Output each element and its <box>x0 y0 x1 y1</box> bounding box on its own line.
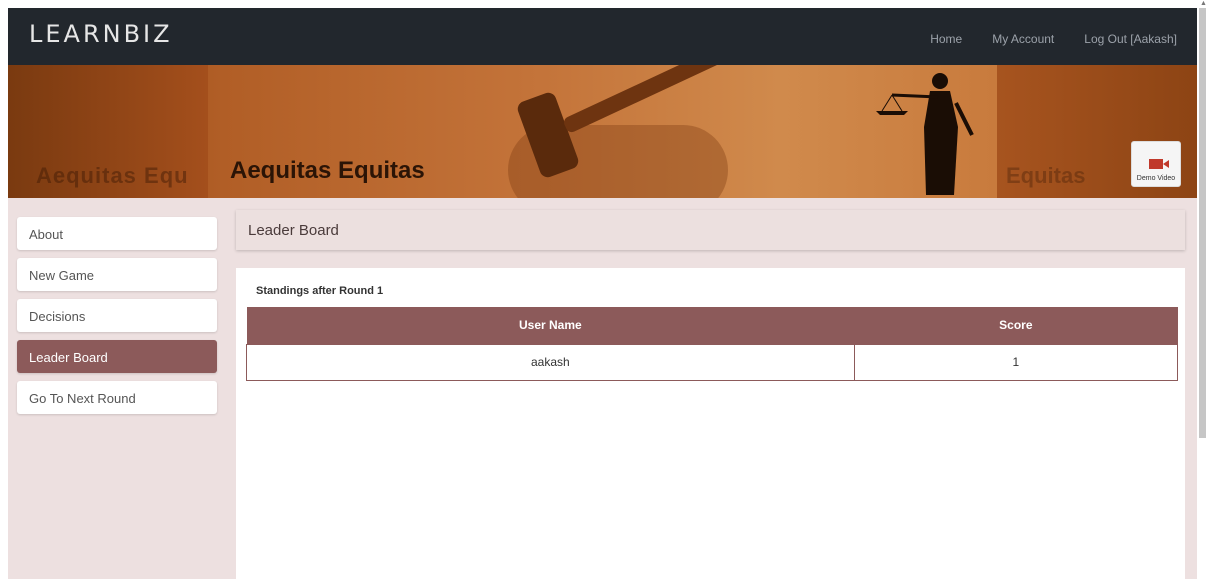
lady-justice-image <box>876 73 974 195</box>
cell-username: aakash <box>246 343 855 381</box>
sidebar: About New Game Decisions Leader Board Go… <box>17 217 217 422</box>
column-header-score: Score <box>854 307 1178 344</box>
sidebar-item-decisions[interactable]: Decisions <box>17 299 217 332</box>
banner-ghost-text-right: Equitas <box>1006 163 1086 188</box>
page-header: Leader Board <box>236 210 1185 250</box>
nav-my-account-link[interactable]: My Account <box>992 32 1054 46</box>
scroll-up-arrow-icon[interactable]: ▲ <box>1200 0 1206 7</box>
table-header-row: User Name Score <box>246 307 1178 344</box>
sidebar-item-new-game[interactable]: New Game <box>17 258 217 291</box>
sidebar-item-about[interactable]: About <box>17 217 217 250</box>
nav-home-link[interactable]: Home <box>930 32 962 46</box>
demo-video-button[interactable]: Demo Video <box>1131 141 1181 187</box>
nav-logout-link[interactable]: Log Out [Aakash] <box>1084 32 1177 46</box>
demo-video-label: Demo Video <box>1136 175 1176 182</box>
column-header-username: User Name <box>246 307 855 344</box>
nav-links: Home My Account Log Out [Aakash] <box>930 32 1177 46</box>
page-title: Leader Board <box>248 222 339 239</box>
banner-ghost-text-left: Aequitas Equ <box>36 163 189 188</box>
cell-score: 1 <box>853 343 1179 381</box>
standings-heading: Standings after Round 1 <box>256 285 384 297</box>
table-row: aakash 1 <box>246 343 1179 381</box>
page-scrollbar[interactable] <box>1199 8 1206 438</box>
gavel-image <box>508 65 728 198</box>
sidebar-item-leader-board[interactable]: Leader Board <box>17 340 217 373</box>
top-navbar: LEARNBIZ Home My Account Log Out [Aakash… <box>8 8 1197 65</box>
game-banner: Aequitas Equ Equitas Aequitas Equitas De… <box>8 65 1197 198</box>
video-camera-icon <box>1149 159 1169 169</box>
leaderboard-table: User Name Score aakash 1 <box>246 307 1179 381</box>
sidebar-item-next-round[interactable]: Go To Next Round <box>17 381 217 414</box>
game-title: Aequitas Equitas <box>230 157 425 184</box>
app-logo[interactable]: LEARNBIZ <box>29 20 173 48</box>
leaderboard-panel: Standings after Round 1 User Name Score … <box>236 268 1185 579</box>
